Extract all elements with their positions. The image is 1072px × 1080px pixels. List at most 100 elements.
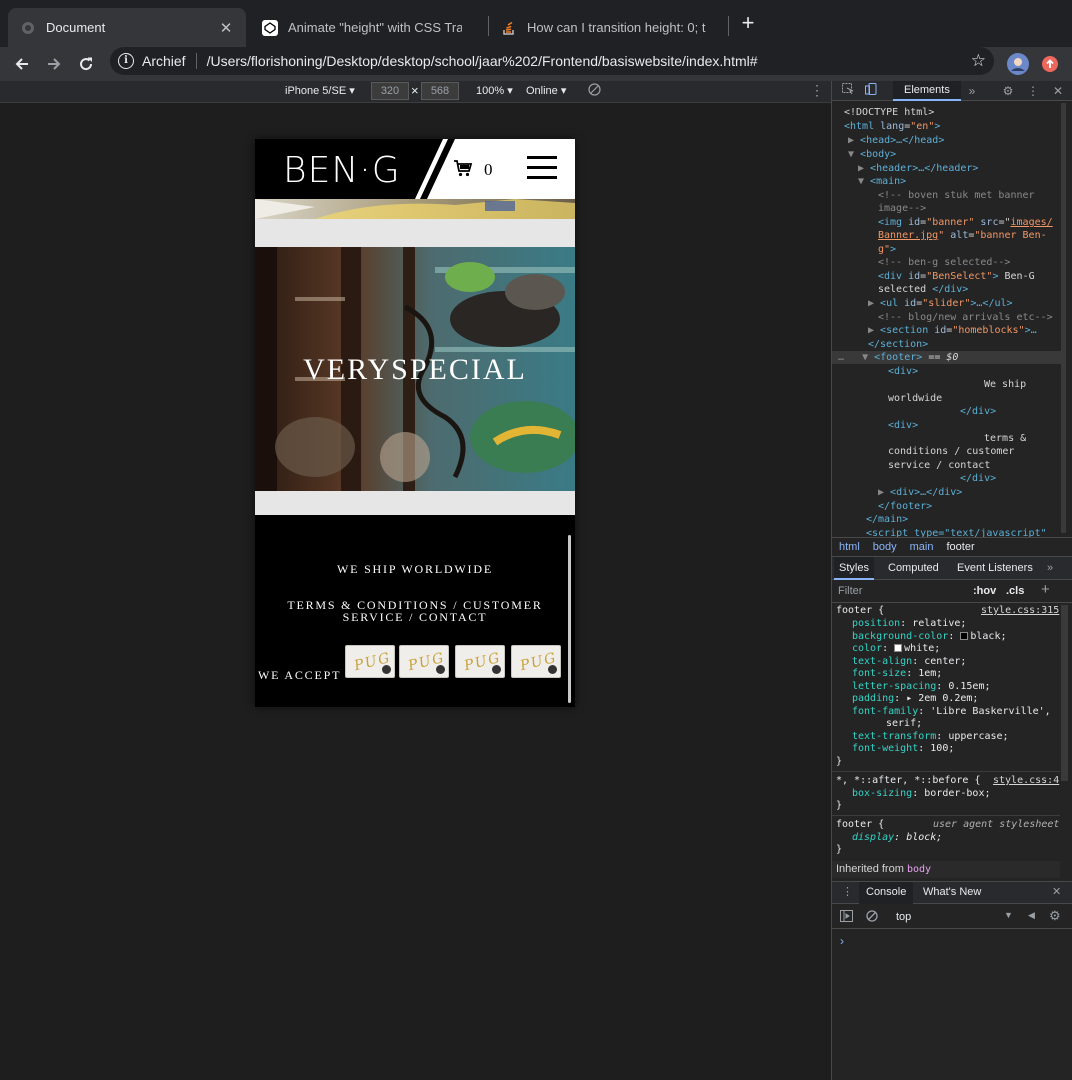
rule-source-link[interactable]: style.css:315 xyxy=(981,605,1059,617)
color-swatch[interactable] xyxy=(960,632,969,640)
devtools-menu-icon[interactable]: ⋮ xyxy=(1025,83,1041,99)
console-settings-gear-icon[interactable]: ⚙ xyxy=(1049,908,1061,924)
class-toggle[interactable]: .cls xyxy=(1006,585,1024,597)
dom-line[interactable]: g"> xyxy=(878,243,896,256)
width-input[interactable]: 320 xyxy=(371,82,409,100)
style-property[interactable]: padding: ▸ 2em 0.2em; xyxy=(852,693,978,705)
hover-state-toggle[interactable]: :hov xyxy=(973,585,996,597)
back-icon[interactable] xyxy=(8,50,36,78)
style-property[interactable]: text-align: center; xyxy=(852,656,966,668)
style-property[interactable]: font-family: 'Libre Baskerville', xyxy=(852,706,1051,718)
dom-line[interactable]: Banner.jpg" alt="banner Ben- xyxy=(878,229,1047,242)
drawer-menu-icon[interactable]: ⋮ xyxy=(842,885,853,898)
dom-line[interactable]: <!-- boven stuk met banner xyxy=(878,189,1035,202)
more-tabs-icon[interactable]: » xyxy=(1042,557,1058,580)
breadcrumb-body[interactable]: body xyxy=(873,541,897,553)
style-property[interactable]: background-color: black; xyxy=(852,631,1007,643)
tab-computed[interactable]: Computed xyxy=(883,557,944,580)
zoom-select[interactable]: 100% ▾ xyxy=(476,84,513,97)
settings-gear-icon[interactable]: ⚙ xyxy=(1000,83,1016,99)
close-devtools-icon[interactable]: ✕ xyxy=(1050,83,1066,99)
chevron-down-icon[interactable]: ▼ xyxy=(1004,910,1013,920)
inspect-element-icon[interactable] xyxy=(840,83,856,99)
network-select[interactable]: Online ▾ xyxy=(526,84,566,97)
dom-line[interactable]: </footer> xyxy=(878,500,932,513)
dom-line[interactable]: <img id="banner" src="images/ xyxy=(878,216,1053,229)
dom-line[interactable]: service / contact xyxy=(888,459,990,472)
dom-line[interactable]: ▶ <head>…</head> xyxy=(848,134,944,147)
close-drawer-icon[interactable]: ✕ xyxy=(1052,885,1061,898)
dom-line[interactable]: selected </div> xyxy=(878,283,968,296)
style-property[interactable]: position: relative; xyxy=(852,618,966,630)
dom-tree-scrollbar[interactable] xyxy=(1061,103,1066,533)
bookmark-star-icon[interactable]: ☆ xyxy=(971,51,986,71)
dom-line[interactable]: worldwide xyxy=(888,392,942,405)
dom-line[interactable]: ▼ <main> xyxy=(858,175,906,188)
style-property[interactable]: color: white; xyxy=(852,643,940,655)
new-tab-button[interactable]: + xyxy=(738,12,758,34)
more-options-icon[interactable]: ⋮ xyxy=(810,82,824,99)
breadcrumb-main[interactable]: main xyxy=(910,541,934,553)
dom-line[interactable]: ▶ <ul id="slider">…</ul> xyxy=(868,297,1013,310)
footer-links[interactable]: terms & conditions / customer service / … xyxy=(275,599,555,623)
breadcrumb-footer[interactable]: footer xyxy=(946,541,974,553)
more-tabs-icon[interactable]: » xyxy=(964,83,980,99)
address-bar[interactable]: i Archief /Users/florishoning/Desktop/de… xyxy=(110,47,994,75)
style-property[interactable]: text-transform: uppercase; xyxy=(852,731,1009,743)
style-property[interactable]: font-size: 1em; xyxy=(852,668,942,680)
dom-line[interactable]: </div> xyxy=(960,472,996,485)
dom-line[interactable]: ▶ <header>…</header> xyxy=(858,162,978,175)
tab-document[interactable]: Document ✕ xyxy=(8,8,246,47)
filter-input[interactable]: Filter xyxy=(838,585,862,597)
style-property[interactable]: box-sizing: border-box; xyxy=(852,788,991,800)
color-swatch[interactable] xyxy=(894,644,903,652)
sidebar-toggle-icon[interactable] xyxy=(840,910,853,925)
footer-scrollbar[interactable] xyxy=(568,535,571,703)
dom-line[interactable]: conditions / customer xyxy=(888,445,1014,458)
new-rule-button[interactable]: + xyxy=(1041,581,1050,598)
close-tab-icon[interactable]: ✕ xyxy=(218,19,234,37)
cart-icon[interactable] xyxy=(453,158,473,178)
tab-styles[interactable]: Styles xyxy=(834,557,874,580)
context-select[interactable]: top xyxy=(896,911,911,923)
console-prompt[interactable]: › xyxy=(840,934,844,948)
tab-whats-new[interactable]: What's New xyxy=(923,882,981,904)
reload-icon[interactable] xyxy=(72,50,100,78)
menu-icon[interactable] xyxy=(527,156,557,180)
device-toggle-icon[interactable] xyxy=(863,83,879,99)
rule-selector[interactable]: *, *::after, *::before { xyxy=(836,775,981,787)
dom-line[interactable]: ▶ <section id="homeblocks">… xyxy=(868,324,1037,337)
dom-line[interactable]: terms & xyxy=(984,432,1026,445)
styles-scrollbar[interactable] xyxy=(1061,605,1068,781)
inherited-source[interactable]: body xyxy=(907,864,931,875)
dom-line[interactable]: </main> xyxy=(866,513,908,526)
info-icon[interactable]: i xyxy=(118,53,134,69)
dom-line[interactable]: image--> xyxy=(878,202,926,215)
profile-avatar[interactable] xyxy=(1004,50,1032,78)
dom-line[interactable]: <!-- ben-g selected--> xyxy=(878,256,1010,269)
tab-elements[interactable]: Elements xyxy=(893,81,961,101)
dom-line[interactable]: <!DOCTYPE html> xyxy=(844,106,934,119)
dom-line[interactable]: ▼ <body> xyxy=(848,148,896,161)
tab-event-listeners[interactable]: Event Listeners xyxy=(952,557,1038,580)
dom-line[interactable]: <!-- blog/new arrivals etc--> xyxy=(878,311,1053,324)
height-input[interactable]: 568 xyxy=(421,82,459,100)
style-property[interactable]: font-weight: 100; xyxy=(852,743,954,755)
rotate-icon[interactable] xyxy=(588,83,601,99)
site-logo[interactable]: BEN·G xyxy=(283,150,401,191)
update-icon[interactable] xyxy=(1036,50,1064,78)
style-property[interactable]: letter-spacing: 0.15em; xyxy=(852,681,991,693)
url-text[interactable]: /Users/florishoning/Desktop/desktop/scho… xyxy=(207,53,758,69)
rule-selector[interactable]: footer { xyxy=(836,605,884,617)
rule-source-link[interactable]: style.css:4 xyxy=(993,775,1059,787)
image-slider[interactable]: VERYSPECIAL xyxy=(255,247,575,491)
rule-selector[interactable]: footer { xyxy=(836,819,884,831)
dom-line[interactable]: <div> xyxy=(888,365,918,378)
dom-line[interactable]: </div> xyxy=(960,405,996,418)
dom-line[interactable]: </section> xyxy=(868,338,928,351)
dom-line[interactable]: We ship xyxy=(984,378,1026,391)
breadcrumb-html[interactable]: html xyxy=(839,541,860,553)
console-sidebar-icon[interactable]: ◀ xyxy=(1028,910,1035,921)
dom-tree[interactable]: <!DOCTYPE html> <html lang="en"> ▶ <head… xyxy=(832,103,1072,539)
tab-animate-height[interactable]: Animate "height" with CSS Tran xyxy=(250,8,490,47)
